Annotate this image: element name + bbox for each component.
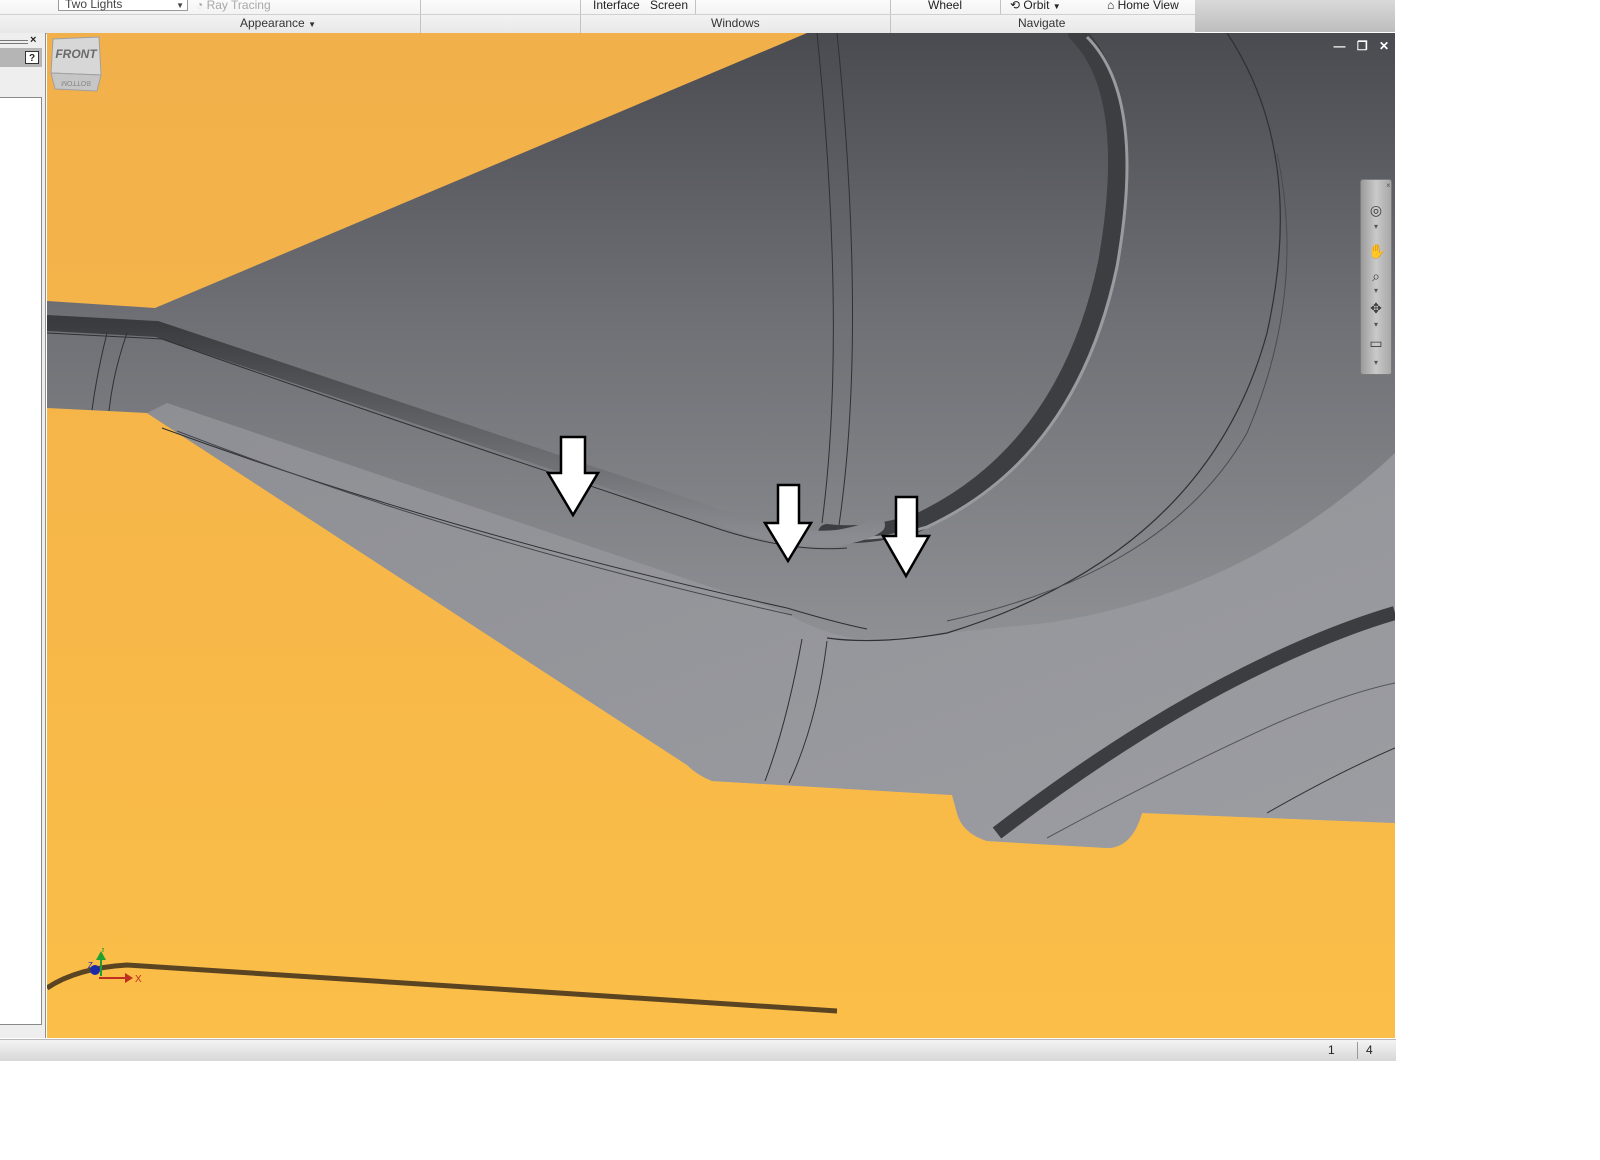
panel-grip[interactable] (0, 40, 28, 41)
close-icon[interactable]: × (30, 34, 36, 46)
ribbon-divider (1000, 0, 1001, 14)
steering-wheel-icon[interactable]: ◎ (1368, 202, 1384, 218)
chevron-down-icon[interactable]: ▾ (1374, 320, 1378, 329)
z-axis-label: Z (88, 961, 93, 970)
ribbon-group-labels (0, 14, 1195, 34)
full-screen-button[interactable]: Screen (650, 0, 688, 12)
minimize-icon[interactable]: — (1333, 39, 1345, 53)
status-value: 4 (1366, 1043, 1373, 1057)
axis-triad: X Y Z (88, 948, 142, 985)
chevron-down-icon: ▼ (308, 20, 316, 29)
appearance-group-menu[interactable]: Appearance ▼ (240, 16, 316, 30)
user-interface-button[interactable]: Interface (593, 0, 640, 12)
look-at-icon[interactable]: ▭ (1368, 335, 1384, 351)
orbit-icon: ⟲ (1010, 0, 1021, 12)
help-icon[interactable]: ? (25, 51, 39, 64)
close-icon[interactable]: ✕ (1379, 39, 1389, 53)
zoom-icon[interactable]: ⌕ (1368, 268, 1384, 284)
restore-icon[interactable]: ❐ (1357, 39, 1368, 53)
pan-icon[interactable]: ✋ (1368, 243, 1385, 259)
viewport-window-controls: — ❐ ✕ (1325, 39, 1389, 53)
chevron-down-icon[interactable]: ▾ (1374, 222, 1378, 231)
chevron-down-icon[interactable]: ▾ (1374, 286, 1378, 295)
ribbon-divider (695, 0, 696, 14)
home-icon: ⌂ (1107, 0, 1115, 12)
y-axis-label: Y (100, 948, 106, 954)
browser-tree[interactable] (0, 97, 42, 1025)
status-bar: 1 4 (0, 1039, 1396, 1061)
graphics-viewport[interactable]: — ❐ ✕ FRONT BOTTOM × ◎ ▾ ✋ ⌕ ▾ ✥ ▾ ▭ ▾ X… (47, 33, 1395, 1038)
lighting-style-select[interactable]: Two Lights ▼ (58, 0, 188, 11)
ray-tracing-icon: ◔ (196, 0, 204, 12)
windows-group-label: Windows (711, 16, 760, 30)
ray-tracing-button[interactable]: ◔ Ray Tracing (196, 0, 271, 12)
x-axis-label: X (135, 974, 142, 985)
ribbon-empty-area (1195, 0, 1395, 32)
customize-icon[interactable]: ▾ (1374, 358, 1378, 367)
status-divider (1357, 1042, 1358, 1059)
chevron-down-icon: ▼ (176, 1, 184, 10)
panel-grip[interactable] (0, 43, 28, 44)
navigate-group-label: Navigate (1018, 16, 1066, 30)
status-value: 1 (1328, 1043, 1335, 1057)
home-view-button[interactable]: ⌂ Home View (1107, 0, 1179, 12)
orbit-button[interactable]: ⟲ Orbit ▼ (1010, 0, 1061, 12)
model-render (47, 33, 1395, 1038)
close-icon[interactable]: × (1386, 181, 1391, 190)
chevron-down-icon: ▼ (1052, 2, 1061, 11)
viewcube[interactable]: FRONT BOTTOM (47, 33, 105, 93)
navigation-bar: × ◎ ▾ ✋ ⌕ ▾ ✥ ▾ ▭ ▾ (1360, 179, 1392, 375)
orbit-icon[interactable]: ✥ (1368, 300, 1384, 316)
wheel-button[interactable]: Wheel (928, 0, 962, 12)
ribbon: Two Lights ▼ ◔ Ray Tracing Interface Scre… (0, 0, 1195, 34)
viewcube-bottom-label: BOTTOM (61, 79, 91, 86)
viewcube-front-label: FRONT (55, 47, 98, 61)
